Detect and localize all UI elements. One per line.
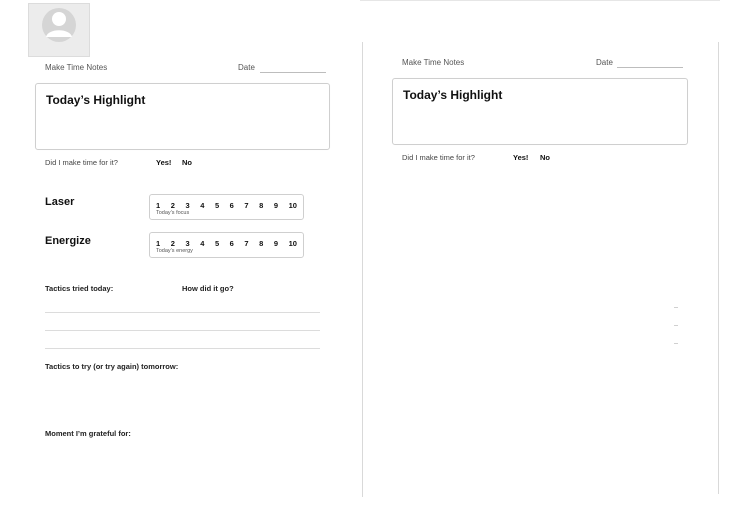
energize-scale-5[interactable]: 5 <box>215 239 219 248</box>
tactics-tomorrow-label: Tactics to try (or try again) tomorrow: <box>45 362 179 371</box>
how-did-it-go-label: How did it go? <box>182 284 234 293</box>
tactics-line-1[interactable] <box>45 312 320 313</box>
right-yes-option[interactable]: Yes! <box>513 153 528 162</box>
energize-scale[interactable]: 1 2 3 4 5 6 7 8 9 10 Today’s energy <box>149 232 304 258</box>
page-divider-right <box>718 42 719 494</box>
laser-scale-2[interactable]: 2 <box>171 201 175 210</box>
energize-scale-1[interactable]: 1 <box>156 239 160 248</box>
right-date-field[interactable] <box>617 66 683 68</box>
yes-option[interactable]: Yes! <box>156 158 171 167</box>
laser-scale-9[interactable]: 9 <box>274 201 278 210</box>
energize-caption: Today’s energy <box>156 248 193 254</box>
user-silhouette-icon <box>42 8 76 42</box>
right-tick-1 <box>674 307 678 308</box>
laser-scale-3[interactable]: 3 <box>185 201 189 210</box>
grateful-label: Moment I’m grateful for: <box>45 429 131 438</box>
laser-scale-4[interactable]: 4 <box>200 201 204 210</box>
energize-scale-4[interactable]: 4 <box>200 239 204 248</box>
tactics-tried-label: Tactics tried today: <box>45 284 114 293</box>
laser-scale-numbers: 1 2 3 4 5 6 7 8 9 10 <box>156 201 297 210</box>
page-title: Make Time Notes <box>45 63 108 72</box>
tactics-line-2[interactable] <box>45 330 320 331</box>
laser-scale-1[interactable]: 1 <box>156 201 160 210</box>
laser-caption: Today’s focus <box>156 210 190 216</box>
no-option[interactable]: No <box>182 158 192 167</box>
energize-scale-3[interactable]: 3 <box>185 239 189 248</box>
laser-scale[interactable]: 1 2 3 4 5 6 7 8 9 10 Today’s focus <box>149 194 304 220</box>
right-tick-2 <box>674 325 678 326</box>
tactics-line-3[interactable] <box>45 348 320 349</box>
energize-scale-2[interactable]: 2 <box>171 239 175 248</box>
avatar <box>28 3 90 57</box>
laser-scale-6[interactable]: 6 <box>230 201 234 210</box>
laser-label: Laser <box>45 196 75 208</box>
top-edge-line <box>360 0 720 1</box>
energize-scale-9[interactable]: 9 <box>274 239 278 248</box>
date-field[interactable] <box>260 71 326 73</box>
highlight-title: Today’s Highlight <box>46 93 146 107</box>
highlight-box[interactable]: Today’s Highlight <box>35 83 330 150</box>
energize-scale-8[interactable]: 8 <box>259 239 263 248</box>
energize-scale-numbers: 1 2 3 4 5 6 7 8 9 10 <box>156 239 297 248</box>
laser-scale-10[interactable]: 10 <box>289 201 297 210</box>
energize-label: Energize <box>45 235 91 247</box>
energize-scale-6[interactable]: 6 <box>230 239 234 248</box>
laser-scale-7[interactable]: 7 <box>244 201 248 210</box>
energize-scale-10[interactable]: 10 <box>289 239 297 248</box>
laser-scale-8[interactable]: 8 <box>259 201 263 210</box>
laser-scale-5[interactable]: 5 <box>215 201 219 210</box>
date-label: Date <box>238 63 255 72</box>
right-page-title: Make Time Notes <box>402 58 465 67</box>
right-highlight-title: Today’s Highlight <box>403 88 503 102</box>
right-no-option[interactable]: No <box>540 153 550 162</box>
right-date-label: Date <box>596 58 613 67</box>
right-highlight-box[interactable]: Today’s Highlight <box>392 78 688 145</box>
right-tick-3 <box>674 343 678 344</box>
energize-scale-7[interactable]: 7 <box>244 239 248 248</box>
page-divider-left <box>362 42 363 497</box>
right-make-time-question: Did I make time for it? <box>402 153 475 162</box>
make-time-question: Did I make time for it? <box>45 158 118 167</box>
